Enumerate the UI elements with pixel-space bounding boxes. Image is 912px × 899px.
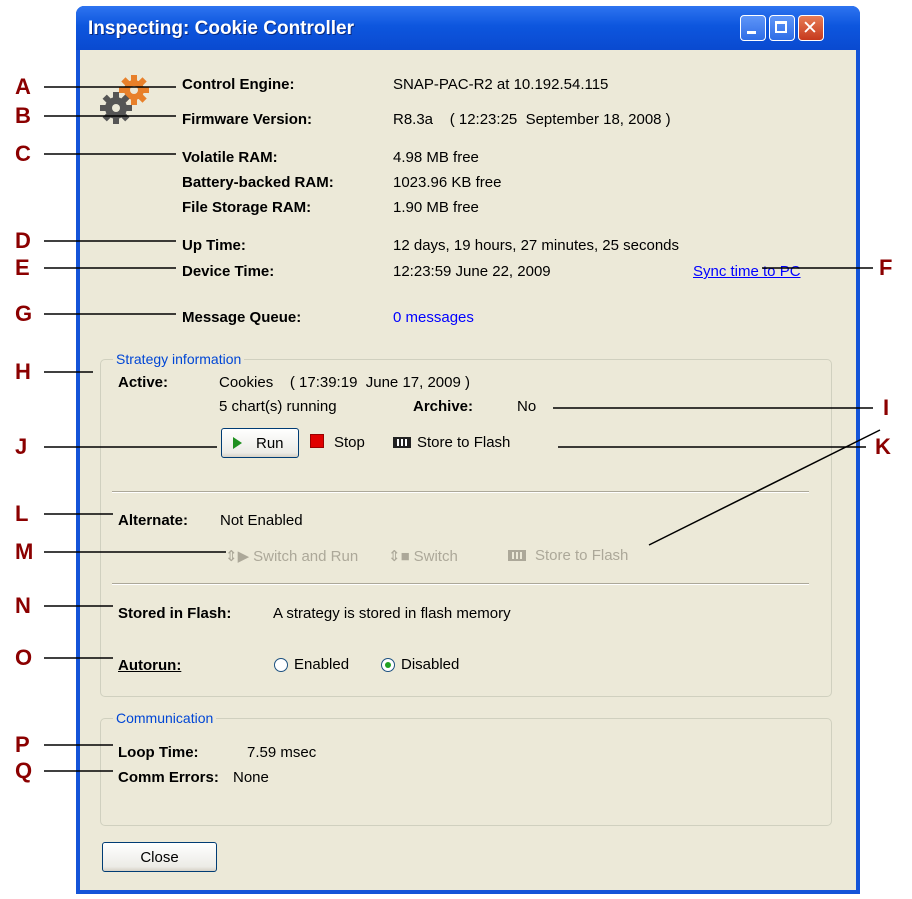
callout-g: G [15, 301, 33, 326]
callout-m: M [15, 539, 34, 564]
callout-h: H [15, 359, 31, 384]
callout-e: E [15, 255, 30, 280]
callout-j: J [15, 434, 28, 459]
callout-b: B [15, 103, 31, 128]
callout-p: P [15, 732, 30, 757]
callout-a: A [15, 74, 31, 99]
callout-leader-lines [44, 86, 881, 772]
callout-n: N [15, 593, 31, 618]
callout-c: C [15, 141, 31, 166]
callout-d: D [15, 228, 31, 253]
callout-l: L [15, 501, 29, 526]
callout-k: K [875, 434, 891, 459]
callout-o: O [15, 645, 33, 670]
callout-q: Q [15, 758, 33, 783]
callout-f: F [879, 255, 893, 280]
callout-i: I [883, 395, 890, 420]
